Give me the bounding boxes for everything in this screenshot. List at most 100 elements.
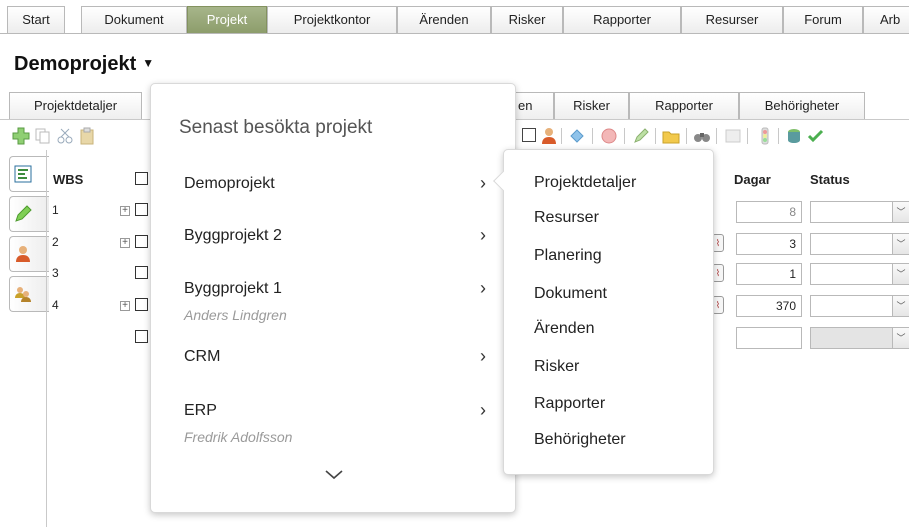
chevron-right-icon: › [480, 173, 486, 193]
expand-toggle[interactable]: + [120, 238, 130, 248]
recent-project-item[interactable]: Demoprojekt › [151, 171, 515, 211]
paste-icon[interactable] [78, 127, 96, 145]
tab-dokument[interactable]: Dokument [81, 6, 187, 34]
submenu-item-dokument[interactable]: Dokument [534, 285, 607, 303]
add-icon[interactable] [12, 127, 30, 145]
chevron-right-icon: › [480, 400, 486, 420]
dagar-input[interactable]: 8 [736, 201, 802, 223]
group-icon [15, 287, 31, 302]
submenu-item-risker[interactable]: Risker [534, 358, 579, 376]
chevron-right-icon: › [480, 225, 486, 245]
person-icon [16, 246, 30, 262]
status-select[interactable]: ﹀ [810, 201, 909, 223]
green-check-icon[interactable] [807, 127, 825, 145]
project-name: Byggprojekt 2 [184, 227, 282, 244]
chevron-right-icon: › [480, 346, 486, 366]
dagar-input[interactable]: 370 [736, 295, 802, 317]
diamond-icon[interactable] [568, 127, 586, 145]
row-number: 2 [52, 235, 59, 249]
chevron-down-icon: ﹀ [892, 201, 909, 223]
row-checkbox[interactable] [135, 266, 148, 279]
subtab-risker[interactable]: Risker [554, 92, 629, 120]
binoculars-icon[interactable] [693, 127, 711, 145]
status-select[interactable]: ﹀ [810, 263, 909, 285]
tab-start[interactable]: Start [7, 6, 65, 34]
pencil-icon [15, 205, 32, 222]
subtab-partial[interactable]: en [515, 92, 554, 120]
tab-forum[interactable]: Forum [783, 6, 863, 34]
page-title-text: Demoprojekt [14, 53, 137, 75]
tab-projektkontor[interactable]: Projektkontor [267, 6, 397, 34]
status-select[interactable]: ﹀ [810, 233, 909, 255]
submenu-item-arenden[interactable]: Ärenden [534, 320, 595, 338]
project-owner: Fredrik Adolfsson [184, 429, 293, 445]
page-title[interactable]: Demoprojekt ▼ [14, 53, 154, 76]
toolbar-checkbox[interactable] [522, 128, 536, 142]
chevron-down-icon: ﹀ [892, 233, 909, 255]
select-all-checkbox[interactable] [135, 172, 148, 185]
popup-title: Senast besökta projekt [179, 117, 373, 138]
recent-project-item[interactable]: Byggprojekt 2 › [151, 223, 515, 263]
subtab-behorigheter[interactable]: Behörigheter [739, 92, 865, 120]
recent-project-item[interactable]: ERP › Fredrik Adolfsson [151, 398, 515, 445]
row-checkbox[interactable] [135, 330, 148, 343]
vtab-team[interactable] [9, 276, 49, 312]
person-icon[interactable] [540, 127, 558, 145]
recent-project-item[interactable]: Byggprojekt 1 › Anders Lindgren [151, 276, 515, 323]
toolbar-separator [624, 128, 625, 144]
chevron-down-icon: ﹀ [892, 295, 909, 317]
row-checkbox[interactable] [135, 235, 148, 248]
expand-toggle[interactable]: + [120, 301, 130, 311]
cut-icon[interactable] [56, 127, 74, 145]
folder-icon[interactable] [662, 127, 680, 145]
tab-arenden[interactable]: Ärenden [397, 6, 491, 34]
tab-projekt[interactable]: Projekt [187, 6, 267, 34]
expand-toggle[interactable]: + [120, 206, 130, 216]
chevron-down-icon: ﹀ [892, 263, 909, 285]
row-checkbox[interactable] [135, 203, 148, 216]
caret-down-icon: ▼ [142, 56, 155, 70]
left-panel-divider [46, 150, 47, 527]
copy-icon[interactable] [34, 127, 52, 145]
vtab-wbs[interactable] [9, 156, 49, 192]
subtab-projektdetaljer[interactable]: Projektdetaljer [9, 92, 142, 120]
submenu-item-projektdetaljer[interactable]: Projektdetaljer [534, 174, 636, 192]
status-select: ﹀ [810, 327, 909, 349]
submenu-item-rapporter[interactable]: Rapporter [534, 395, 605, 413]
project-submenu: Projektdetaljer Resurser Planering Dokum… [493, 149, 714, 475]
project-name: CRM [184, 348, 221, 365]
toolbar-separator [778, 128, 779, 144]
dagar-input[interactable]: 1 [736, 263, 802, 285]
toolbar-separator [655, 128, 656, 144]
project-owner: Anders Lindgren [184, 307, 287, 323]
chevron-down-icon: ﹀ [892, 327, 909, 349]
submenu-item-resurser[interactable]: Resurser [534, 209, 599, 227]
tab-risker[interactable]: Risker [491, 6, 563, 34]
toolbar-separator [592, 128, 593, 144]
image-icon[interactable] [724, 127, 742, 145]
tab-resurser[interactable]: Resurser [681, 6, 783, 34]
row-checkbox[interactable] [135, 298, 148, 311]
stop-circle-icon[interactable] [600, 127, 618, 145]
submenu-item-planering[interactable]: Planering [534, 247, 602, 265]
dagar-input[interactable] [736, 327, 802, 349]
submenu-item-behorigheter[interactable]: Behörigheter [534, 431, 626, 449]
toolbar-separator [561, 128, 562, 144]
chevron-down-icon[interactable] [325, 470, 343, 480]
row-number: 1 [52, 203, 59, 217]
pencil-icon[interactable] [632, 127, 650, 145]
traffic-light-icon[interactable] [756, 127, 774, 145]
database-icon[interactable] [785, 127, 803, 145]
vtab-edit[interactable] [9, 196, 49, 232]
vtab-resource[interactable] [9, 236, 49, 272]
subtab-rapporter[interactable]: Rapporter [629, 92, 739, 120]
project-name: Demoprojekt [184, 175, 275, 192]
tab-rapporter[interactable]: Rapporter [563, 6, 681, 34]
tab-arb[interactable]: Arb [863, 6, 909, 34]
dagar-input[interactable]: 3 [736, 233, 802, 255]
recent-project-item[interactable]: CRM › [151, 344, 515, 384]
project-name: ERP [184, 402, 217, 419]
status-select[interactable]: ﹀ [810, 295, 909, 317]
recent-projects-popup: Senast besökta projekt Demoprojekt › Byg… [150, 83, 516, 513]
row-number: 3 [52, 266, 59, 280]
